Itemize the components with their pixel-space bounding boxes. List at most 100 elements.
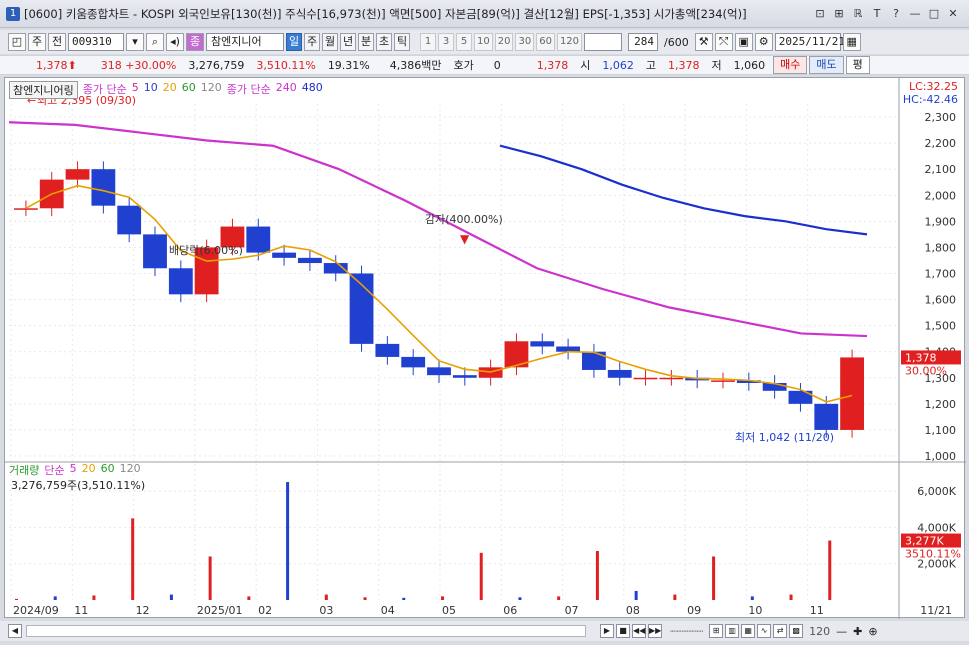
- candle-body: [427, 367, 451, 376]
- count-input[interactable]: 284: [628, 33, 659, 51]
- layout-icon[interactable]: ⊡: [812, 6, 828, 22]
- stock-name-field: 참엔지니어: [206, 33, 284, 51]
- candle-body: [633, 377, 658, 380]
- price-tick-label: 1,200: [925, 398, 957, 411]
- text-icon[interactable]: T: [869, 6, 885, 22]
- interval-1[interactable]: 1: [420, 33, 436, 51]
- stock-code-input[interactable]: 009310: [68, 33, 124, 51]
- interval-120[interactable]: 120: [556, 33, 583, 51]
- volume-bar: [634, 590, 638, 600]
- volume-bar: [712, 556, 716, 600]
- price-tick-label: 1,900: [925, 215, 957, 228]
- legend-ma10: 10: [143, 81, 158, 94]
- tab-second[interactable]: 초: [376, 33, 392, 51]
- interval-30[interactable]: 30: [515, 33, 535, 51]
- price-chart-svg[interactable]: 2,300 2,200 2,100 2,000 1,900 1,800 1,700 1,600…: [5, 78, 966, 619]
- save-icon[interactable]: ▣: [734, 33, 753, 51]
- date-input[interactable]: 2025/11/21: [774, 33, 845, 51]
- range-icon[interactable]: ⇄: [773, 624, 788, 638]
- speed-slider[interactable]: ┈┈┈┈┈: [670, 625, 703, 638]
- zoom-fit-icon[interactable]: ⊞: [709, 624, 724, 638]
- title-bar: 1 [0600] 키움종합차트 - KOSPI 외국인보유[130(천)] 주식…: [0, 0, 969, 28]
- forward-icon[interactable]: ▶▶: [648, 624, 662, 638]
- minimize-icon[interactable]: —: [907, 6, 923, 22]
- play-icon[interactable]: ▶: [600, 624, 614, 638]
- turnover: 19.31%: [327, 58, 370, 72]
- interval-custom-input[interactable]: [584, 33, 623, 51]
- period-type-select[interactable]: 주: [28, 33, 46, 51]
- tab-month[interactable]: 월: [322, 33, 338, 51]
- interval-10[interactable]: 10: [474, 33, 493, 51]
- tile-icon[interactable]: ⊞: [831, 6, 847, 22]
- grid-alt-icon[interactable]: ▩: [789, 624, 804, 638]
- legend-ma60: 60: [181, 81, 196, 94]
- chevron-down-icon[interactable]: ▾: [126, 33, 144, 51]
- candle-body: [530, 341, 555, 347]
- interval-60[interactable]: 60: [536, 33, 555, 51]
- volume-bar: [595, 551, 599, 600]
- time-tick-label: 11: [810, 604, 824, 617]
- link-icon[interactable]: ℝ: [850, 6, 866, 22]
- volume-ratio: 3,510.11%: [256, 58, 316, 72]
- hoga-value: 0: [493, 58, 501, 72]
- zoom-bar-icon[interactable]: ▥: [725, 624, 740, 638]
- interval-5[interactable]: 5: [456, 33, 472, 51]
- zoom-out-icon[interactable]: —: [836, 625, 847, 638]
- zoom-in-icon[interactable]: ✚: [853, 625, 862, 638]
- indicator-icon[interactable]: ⤲: [714, 33, 733, 51]
- time-tick-label: 05: [442, 604, 456, 617]
- time-tick-label: 2024/09: [13, 604, 59, 617]
- hoga-label: 호가: [453, 59, 474, 72]
- chart-tools-icon[interactable]: ⚒: [694, 33, 713, 51]
- close-icon[interactable]: ✕: [945, 6, 961, 22]
- sell-button[interactable]: 매도: [809, 56, 844, 74]
- time-tick-label: 04: [381, 604, 395, 617]
- tab-week[interactable]: 주: [304, 33, 320, 51]
- time-tick-label: 10: [748, 604, 762, 617]
- buy-button[interactable]: 매수: [773, 56, 808, 74]
- search-icon[interactable]: 종: [186, 33, 204, 51]
- rewind-icon[interactable]: ◀◀: [632, 624, 646, 638]
- stop-icon[interactable]: ■: [616, 624, 630, 638]
- change-pct: +30.00%: [125, 58, 177, 72]
- help-icon[interactable]: ?: [888, 6, 904, 22]
- candle-body: [117, 205, 142, 235]
- chart-area[interactable]: 2,300 2,200 2,100 2,000 1,900 1,800 1,700 1,600…: [4, 77, 966, 619]
- layout-button[interactable]: ◰: [8, 33, 26, 51]
- window-buttons: ⊡ ⊞ ℝ T ? — □ ✕: [812, 6, 969, 22]
- bottom-bar: ◀ ▶ ■ ◀◀ ▶▶ ┈┈┈┈┈ ⊞ ▥ ▦ ∿ ⇄ ▩ 120 — ✚ ⊕: [0, 621, 969, 641]
- price-tick-label: 2,000: [925, 189, 957, 202]
- count-max: /600: [664, 35, 689, 49]
- trend-icon[interactable]: ∿: [757, 624, 772, 638]
- grid-icon[interactable]: ▦: [741, 624, 756, 638]
- volume-ma-label: 단순: [44, 464, 65, 477]
- tab-minute[interactable]: 분: [358, 33, 374, 51]
- interval-3[interactable]: 3: [438, 33, 454, 51]
- scrollbar[interactable]: [26, 625, 586, 637]
- volume-bar: [92, 595, 96, 600]
- time-tick-label: 07: [565, 604, 579, 617]
- tab-day[interactable]: 일: [286, 33, 302, 51]
- high-value: 1,378: [668, 58, 700, 72]
- maximize-icon[interactable]: □: [926, 6, 942, 22]
- candle-body: [452, 375, 477, 378]
- extra-button[interactable]: 평: [845, 56, 870, 74]
- change-value: 318: [100, 58, 122, 72]
- scope-select[interactable]: 전: [48, 33, 66, 51]
- speaker-icon[interactable]: ◂): [166, 33, 184, 51]
- price-tag-value: 1,378: [905, 351, 937, 364]
- gear-icon[interactable]: ⚙: [754, 33, 773, 51]
- high-label: 고: [645, 59, 656, 72]
- tab-tick[interactable]: 틱: [394, 33, 410, 51]
- tab-year[interactable]: 년: [340, 33, 356, 51]
- time-tick-label: 09: [687, 604, 701, 617]
- settings-icon[interactable]: ⊕: [868, 625, 877, 638]
- search-icon[interactable]: ⌕: [146, 33, 164, 51]
- volume-bar: [402, 597, 406, 600]
- volume-bar: [557, 596, 561, 600]
- scroll-left-icon[interactable]: ◀: [8, 624, 22, 638]
- interval-20[interactable]: 20: [494, 33, 514, 51]
- calendar-icon[interactable]: ▦: [842, 33, 861, 51]
- time-tick-label: 11/21: [920, 604, 952, 617]
- legend-ma2-label: 종가 단순: [226, 83, 271, 96]
